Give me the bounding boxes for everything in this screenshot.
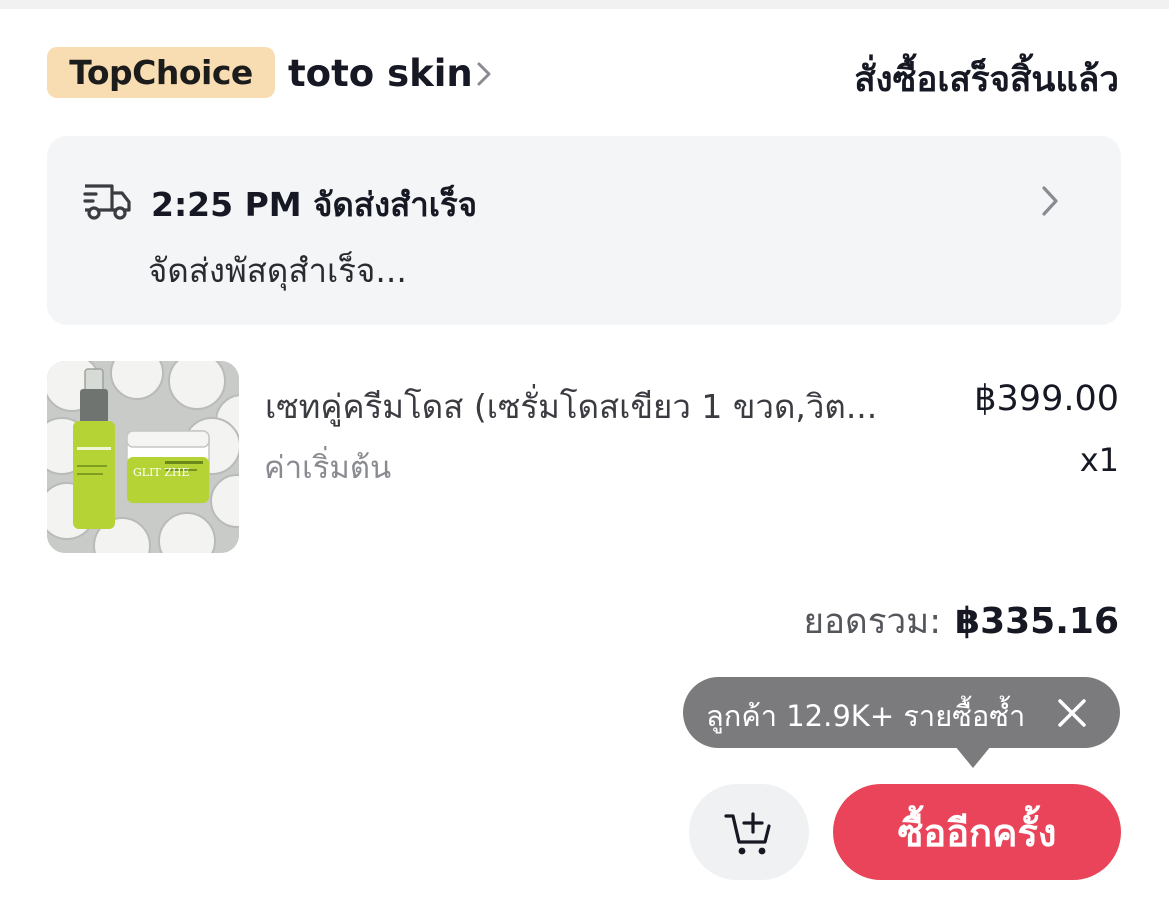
buy-again-button[interactable]: ซื้ออีกครั้ง xyxy=(833,784,1121,880)
close-icon[interactable] xyxy=(1054,695,1090,731)
product-title[interactable]: เซทคู่ครีมโดส (เซรั่มโดสเขียว 1 ขวด,วิต.… xyxy=(265,380,935,433)
product-photo: GLIT ZHE xyxy=(47,361,239,553)
delivery-time-status: 2:25 PM จัดส่งสำเร็จ xyxy=(151,185,478,224)
total-value: ฿335.16 xyxy=(955,601,1119,642)
truck-icon xyxy=(83,184,131,220)
delivery-description: จัดส่งพัสดุสำเร็จ... xyxy=(148,251,407,290)
order-total: ยอดรวม: ฿335.16 xyxy=(803,594,1119,649)
topchoice-badge: TopChoice xyxy=(47,47,275,98)
add-to-cart-icon[interactable] xyxy=(723,810,775,858)
product-quantity: x1 xyxy=(1079,441,1119,479)
product-variant: ค่าเริ่มต้น xyxy=(264,450,392,486)
top-divider xyxy=(0,0,1169,9)
product-brand-label: GLIT ZHE xyxy=(133,466,190,479)
shop-name-link[interactable]: toto skin xyxy=(288,50,473,96)
chevron-right-icon[interactable] xyxy=(472,58,496,90)
tooltip-arrow xyxy=(955,746,991,768)
product-price: ฿399.00 xyxy=(974,379,1119,419)
chevron-right-icon[interactable] xyxy=(1038,181,1062,221)
tooltip-text: ลูกค้า 12.9K+ รายซื้อซ้ำ xyxy=(706,699,1026,733)
order-status: สั่งซื้อเสร็จสิ้นแล้ว xyxy=(854,60,1119,100)
total-label: ยอดรวม: xyxy=(803,602,942,642)
product-thumbnail[interactable]: GLIT ZHE xyxy=(47,361,239,553)
order-detail-page: TopChoice toto skin สั่งซื้อเสร็จสิ้นแล้… xyxy=(0,0,1169,907)
